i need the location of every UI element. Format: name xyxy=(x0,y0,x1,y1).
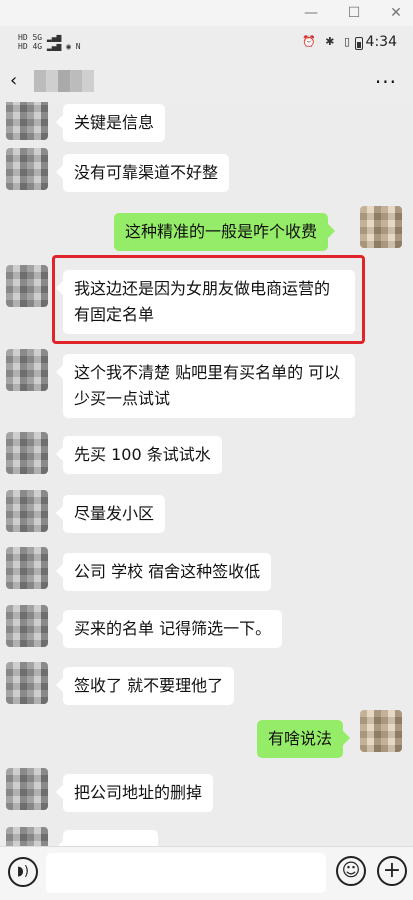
signal-icon: HD 5G ▂▄▆ HD 4G ▂▄▆ ◉ N xyxy=(18,33,81,51)
message-bubble[interactable]: 把公司地址的删掉 xyxy=(63,774,214,812)
avatar[interactable] xyxy=(6,827,48,846)
avatar[interactable] xyxy=(6,662,48,704)
message-bubble[interactable] xyxy=(63,830,158,846)
avatar[interactable] xyxy=(6,605,48,647)
chat-header: ‹ ··· xyxy=(0,60,413,102)
avatar[interactable] xyxy=(6,148,48,190)
close-icon[interactable]: ✕ xyxy=(386,3,406,23)
avatar[interactable] xyxy=(6,490,48,532)
status-time: 4:34 xyxy=(365,34,397,50)
minimize-icon[interactable]: — xyxy=(301,3,321,23)
status-bar: HD 5G ▂▄▆ HD 4G ▂▄▆ ◉ N ⏰ ✱ ▯ 4:34 xyxy=(0,26,413,60)
message-bubble[interactable]: 尽量发小区 xyxy=(63,495,166,533)
window-titlebar: — ☐ ✕ xyxy=(0,0,413,26)
plus-icon[interactable]: + xyxy=(377,856,407,886)
contact-name-blurred xyxy=(34,70,94,92)
message-bubble[interactable]: 签收了 就不要理他了 xyxy=(63,667,235,705)
avatar[interactable] xyxy=(6,265,48,307)
avatar[interactable] xyxy=(6,349,48,391)
message-bubble[interactable]: 这个我不清楚 贴吧里有买名单的 可以少买一点试试 xyxy=(63,354,355,418)
chat-message-list[interactable]: 关键是信息 没有可靠渠道不好整 这种精准的一般是咋个收费 我这边还是因为女朋友做… xyxy=(0,102,413,846)
more-options-icon[interactable]: ··· xyxy=(375,70,397,94)
avatar[interactable] xyxy=(6,432,48,474)
emoji-icon[interactable]: ☺ xyxy=(336,856,366,886)
message-bubble[interactable]: 买来的名单 记得筛选一下。 xyxy=(63,610,283,648)
back-arrow-icon[interactable]: ‹ xyxy=(10,72,17,90)
highlight-box xyxy=(52,255,365,344)
message-bubble[interactable]: 公司 学校 宿舍这种签收低 xyxy=(63,553,272,591)
input-bar: ◗) ☺ + xyxy=(0,846,413,900)
voice-input-icon[interactable]: ◗) xyxy=(8,857,38,887)
status-icons: ⏰ ✱ ▯ xyxy=(302,35,353,48)
message-bubble-self[interactable]: 有啥说法 xyxy=(257,720,344,758)
battery-icon xyxy=(355,37,363,50)
message-bubble-self[interactable]: 这种精准的一般是咋个收费 xyxy=(114,213,329,251)
avatar-self[interactable] xyxy=(360,710,402,752)
message-bubble[interactable]: 先买 100 条试试水 xyxy=(63,436,222,474)
message-input[interactable] xyxy=(46,853,326,893)
message-bubble[interactable]: 没有可靠渠道不好整 xyxy=(63,154,230,192)
maximize-icon[interactable]: ☐ xyxy=(344,3,364,23)
avatar[interactable] xyxy=(6,768,48,810)
message-bubble[interactable]: 关键是信息 xyxy=(63,104,166,142)
avatar[interactable] xyxy=(6,102,48,140)
avatar-self[interactable] xyxy=(360,206,402,248)
avatar[interactable] xyxy=(6,547,48,589)
